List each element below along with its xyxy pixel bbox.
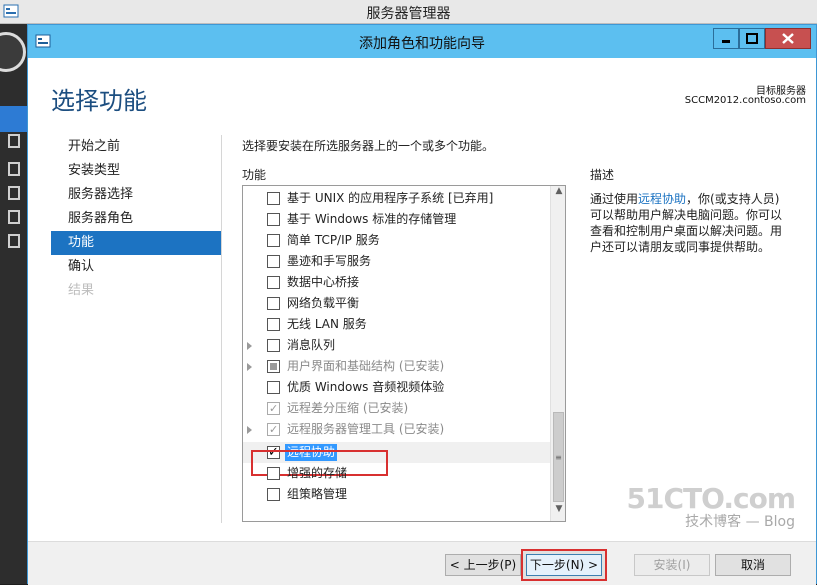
feature-label: 无线 LAN 服务 xyxy=(287,317,367,331)
expand-arrow-icon[interactable] xyxy=(247,426,252,434)
feature-label: 墨迹和手写服务 xyxy=(287,254,372,268)
list-item[interactable]: 基于 Windows 标准的存储管理 xyxy=(243,209,550,230)
step-before-you-begin[interactable]: 开始之前 xyxy=(51,135,221,159)
feature-label: 消息队列 xyxy=(287,338,336,352)
page-title: 选择功能 xyxy=(51,87,147,115)
checkbox[interactable] xyxy=(267,297,280,310)
step-server-selection[interactable]: 服务器选择 xyxy=(51,183,221,207)
checkbox[interactable] xyxy=(267,488,280,501)
checkbox[interactable] xyxy=(267,192,280,205)
description-text-before: 通过使用 xyxy=(590,192,639,206)
list-item[interactable]: 用户界面和基础结构 (已安装) xyxy=(243,356,550,377)
add-roles-wizard-dialog: 添加角色和功能向导 选择功能 目标服务器 SCCM2012.contoso.co… xyxy=(27,24,817,585)
feature-label: 用户界面和基础结构 (已安装) xyxy=(287,359,445,373)
list-item[interactable]: 无线 LAN 服务 xyxy=(243,314,550,335)
close-button[interactable] xyxy=(765,28,811,49)
step-installation-type[interactable]: 安装类型 xyxy=(51,159,221,183)
wizard-title: 添加角色和功能向导 xyxy=(359,36,485,52)
list-item[interactable]: 墨迹和手写服务 xyxy=(243,251,550,272)
features-heading: 功能 xyxy=(242,168,267,182)
feature-label: 基于 UNIX 的应用程序子系统 [已弃用] xyxy=(287,191,494,205)
list-item[interactable]: 远程服务器管理工具 (已安装) xyxy=(243,419,550,440)
feature-label: 远程差分压缩 (已安装) xyxy=(287,401,409,415)
step-confirmation[interactable]: 确认 xyxy=(51,255,221,279)
minimize-icon xyxy=(722,40,730,43)
scroll-thumb[interactable]: ≡ xyxy=(553,412,564,502)
close-icon xyxy=(782,33,794,44)
remote-assistance-link[interactable]: 远程协助 xyxy=(638,192,686,206)
checkbox[interactable] xyxy=(267,255,280,268)
checkbox[interactable] xyxy=(267,276,280,289)
local-server-icon[interactable] xyxy=(8,134,20,148)
feature-label: 数据中心桥接 xyxy=(287,275,360,289)
scroll-up-arrow-icon[interactable]: ▲ xyxy=(551,186,565,203)
checkbox-partial[interactable] xyxy=(267,360,280,373)
previous-button[interactable]: < 上一步(P) xyxy=(445,554,521,576)
checkbox-installed xyxy=(267,419,280,440)
sidebar-selected-item[interactable] xyxy=(0,106,27,132)
wizard-titlebar[interactable]: 添加角色和功能向导 xyxy=(28,25,816,58)
all-servers-icon[interactable] xyxy=(8,162,20,176)
checkbox[interactable] xyxy=(267,318,280,331)
feature-label: 增强的存储 xyxy=(287,466,348,480)
feature-label: 远程服务器管理工具 (已安装) xyxy=(287,422,445,436)
list-item[interactable]: 组策略管理 xyxy=(243,484,550,505)
minimize-button[interactable] xyxy=(713,28,739,49)
vertical-scrollbar[interactable]: ▲ ≡ ▼ xyxy=(550,186,565,521)
checkbox[interactable] xyxy=(267,213,280,226)
wsus-icon[interactable] xyxy=(8,234,20,248)
server-manager-title: 服务器管理器 xyxy=(366,6,451,22)
step-results: 结果 xyxy=(68,283,95,298)
list-item[interactable]: 基于 UNIX 的应用程序子系统 [已弃用] xyxy=(243,188,550,209)
list-item[interactable]: 数据中心桥接 xyxy=(243,272,550,293)
feature-label: 基于 Windows 标准的存储管理 xyxy=(287,212,457,226)
features-tree-list[interactable]: 基于 UNIX 的应用程序子系统 [已弃用] 基于 Windows 标准的存储管… xyxy=(242,185,566,522)
install-button: 安装(I) xyxy=(634,554,710,576)
expand-arrow-icon[interactable] xyxy=(247,363,252,371)
checkbox-installed xyxy=(267,398,280,419)
instruction-text: 选择要安装在所选服务器上的一个或多个功能。 xyxy=(242,139,495,153)
feature-label: 优质 Windows 音频视频体验 xyxy=(287,380,445,394)
maximize-button[interactable] xyxy=(739,28,765,49)
maximize-icon xyxy=(746,33,758,44)
list-item[interactable]: 增强的存储 xyxy=(243,463,550,484)
step-server-roles[interactable]: 服务器角色 xyxy=(51,207,221,231)
back-arrow-icon[interactable] xyxy=(0,32,26,72)
wizard-steps: 开始之前 安装类型 服务器选择 服务器角色 功能 确认 结果 xyxy=(51,135,221,303)
file-storage-icon[interactable] xyxy=(8,186,20,200)
step-features[interactable]: 功能 xyxy=(51,231,221,255)
list-item[interactable]: 消息队列 xyxy=(243,335,550,356)
list-item[interactable]: 网络负载平衡 xyxy=(243,293,550,314)
description-heading: 描述 xyxy=(590,168,615,182)
list-item[interactable]: 远程差分压缩 (已安装) xyxy=(243,398,550,419)
next-button[interactable]: 下一步(N) > xyxy=(526,554,602,576)
button-bar: < 上一步(P) 下一步(N) > 安装(I) 取消 xyxy=(28,541,816,585)
steps-divider xyxy=(221,135,222,523)
description-text: 通过使用远程协助，你(或支持人员)可以帮助用户解决电脑问题。你可以查看和控制用户… xyxy=(590,191,790,255)
feature-label: 组策略管理 xyxy=(287,487,348,501)
feature-label: 网络负载平衡 xyxy=(287,296,360,310)
cancel-button[interactable]: 取消 xyxy=(715,554,791,576)
checkbox[interactable] xyxy=(267,381,280,394)
checkbox[interactable] xyxy=(267,339,280,352)
checkbox[interactable] xyxy=(267,467,280,480)
list-item[interactable]: 优质 Windows 音频视频体验 xyxy=(243,377,550,398)
checkbox[interactable] xyxy=(267,234,280,247)
scroll-down-arrow-icon[interactable]: ▼ xyxy=(551,504,565,521)
list-item[interactable]: 简单 TCP/IP 服务 xyxy=(243,230,550,251)
server-manager-sidebar xyxy=(0,24,27,584)
server-manager-titlebar: 服务器管理器 xyxy=(0,0,817,24)
target-server-value: SCCM2012.contoso.com xyxy=(684,95,806,106)
iis-icon[interactable] xyxy=(8,210,20,224)
expand-arrow-icon[interactable] xyxy=(247,342,252,350)
feature-label: 简单 TCP/IP 服务 xyxy=(287,233,380,247)
